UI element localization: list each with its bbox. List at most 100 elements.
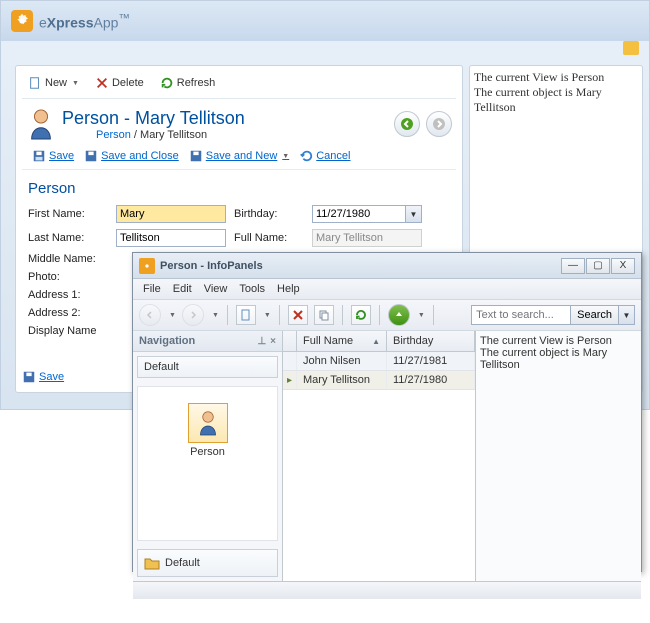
- nav-default-button[interactable]: Default: [137, 356, 278, 378]
- address2-label: Address 2:: [28, 307, 108, 319]
- arrow-left-icon: [400, 117, 414, 131]
- brand-title: eXpressApp™: [39, 12, 130, 31]
- disk-icon: [22, 370, 36, 384]
- sub-title-bar: Person - InfoPanels — ▢ X: [133, 253, 641, 279]
- main-title-bar: eXpressApp™: [1, 1, 649, 41]
- arrow-up-icon: [394, 310, 404, 320]
- nav-header: Navigation ⊥ ×: [133, 331, 282, 352]
- arrow-right-icon: [432, 117, 446, 131]
- grid-indicator-col: [283, 331, 297, 351]
- sub-info-line2: The current object is Mary Tellitson: [480, 347, 637, 371]
- search-input[interactable]: [471, 305, 571, 325]
- grid-header: Full Name▲ Birthday: [283, 331, 475, 352]
- sub-logo-icon: [139, 258, 155, 274]
- action-bar: Save Save and Close Save and New ▼ Cance…: [22, 143, 456, 170]
- x-icon: [95, 76, 109, 90]
- last-name-field[interactable]: [116, 229, 226, 247]
- table-row[interactable]: ▸Mary Tellitson11/27/1980: [283, 371, 475, 390]
- nav-close-icon[interactable]: ×: [270, 336, 276, 347]
- bottom-save-link[interactable]: Save: [22, 362, 64, 384]
- cell-birthday: 11/27/1981: [387, 352, 475, 370]
- search-dropdown[interactable]: ▼: [619, 305, 635, 325]
- col-fullname[interactable]: Full Name▲: [297, 331, 387, 351]
- close-button[interactable]: X: [611, 258, 635, 274]
- middle-name-label: Middle Name:: [28, 253, 108, 265]
- arrow-left-icon: [145, 310, 155, 320]
- sub-window-title: Person - InfoPanels: [160, 260, 263, 272]
- birthday-dropdown[interactable]: ▼: [406, 205, 422, 223]
- refresh-tb-button[interactable]: [351, 305, 371, 325]
- disk-icon: [32, 149, 46, 163]
- nav-person-label: Person: [190, 446, 225, 458]
- minimize-button[interactable]: —: [561, 258, 585, 274]
- brand-logo-icon: [11, 10, 33, 32]
- up-button[interactable]: [388, 304, 410, 326]
- cell-birthday: 11/27/1980: [387, 371, 475, 389]
- nav-forward-button[interactable]: [182, 304, 204, 326]
- first-name-label: First Name:: [28, 208, 108, 220]
- cell-fullname: John Nilsen: [297, 352, 387, 370]
- menu-help[interactable]: Help: [277, 283, 300, 295]
- table-row[interactable]: John Nilsen11/27/1981: [283, 352, 475, 371]
- nav-footer-button[interactable]: Default: [137, 549, 278, 577]
- save-close-link[interactable]: Save and Close: [84, 149, 179, 163]
- page-title: Person - Mary Tellitson: [62, 108, 245, 129]
- breadcrumb-current: Mary Tellitson: [140, 129, 207, 141]
- cell-fullname: Mary Tellitson: [297, 371, 387, 389]
- menu-view[interactable]: View: [204, 283, 228, 295]
- sub-info-line1: The current View is Person: [480, 335, 637, 347]
- back-button[interactable]: [394, 111, 420, 137]
- birthday-label: Birthday:: [234, 208, 304, 220]
- maximize-button[interactable]: ▢: [586, 258, 610, 274]
- status-bar: [133, 581, 641, 599]
- folder-icon: [144, 556, 160, 570]
- menu-edit[interactable]: Edit: [173, 283, 192, 295]
- first-name-field[interactable]: [116, 205, 226, 223]
- key-icon[interactable]: [623, 41, 639, 55]
- pin-icon[interactable]: ⊥: [257, 336, 266, 347]
- refresh-button[interactable]: Refresh: [154, 74, 222, 92]
- row-indicator: [283, 352, 297, 370]
- copy-button[interactable]: [314, 305, 334, 325]
- new-button[interactable]: New ▼: [22, 74, 85, 92]
- col-birthday[interactable]: Birthday: [387, 331, 475, 351]
- full-name-label: Full Name:: [234, 232, 304, 244]
- menu-file[interactable]: File: [143, 283, 161, 295]
- person-icon: [196, 409, 220, 437]
- delete-tb-button[interactable]: [288, 305, 308, 325]
- section-title: Person: [22, 170, 456, 205]
- refresh-icon: [355, 309, 367, 321]
- info-line2: The current object is Mary Tellitson: [474, 85, 638, 115]
- document-icon: [28, 76, 42, 90]
- save-new-link[interactable]: Save and New ▼: [189, 149, 289, 163]
- main-toolbar: New ▼ Delete Refresh: [22, 72, 456, 99]
- menu-bar: File Edit View Tools Help: [133, 279, 641, 300]
- search-button[interactable]: Search: [571, 305, 619, 325]
- undo-icon: [299, 149, 313, 163]
- nav-person-item[interactable]: [188, 403, 228, 443]
- nav-back-button[interactable]: [139, 304, 161, 326]
- disk-close-icon: [84, 149, 98, 163]
- breadcrumb-link[interactable]: Person: [96, 129, 131, 141]
- row-indicator: ▸: [283, 371, 297, 389]
- document-icon: [240, 309, 252, 321]
- birthday-field[interactable]: [312, 205, 406, 223]
- menu-tools[interactable]: Tools: [239, 283, 265, 295]
- delete-button[interactable]: Delete: [89, 74, 150, 92]
- address1-label: Address 1:: [28, 289, 108, 301]
- save-link[interactable]: Save: [32, 149, 74, 163]
- person-icon: [26, 107, 56, 141]
- nav-items: Person: [137, 386, 278, 541]
- full-name-field: [312, 229, 422, 247]
- sub-window: Person - InfoPanels — ▢ X File Edit View…: [132, 252, 642, 572]
- badge-row: [1, 41, 649, 59]
- sub-info-panel: The current View is Person The current o…: [476, 331, 641, 581]
- breadcrumb: Person / Mary Tellitson: [96, 129, 245, 141]
- cancel-link[interactable]: Cancel: [299, 149, 350, 163]
- refresh-icon: [160, 76, 174, 90]
- photo-label: Photo:: [28, 271, 108, 283]
- forward-button[interactable]: [426, 111, 452, 137]
- new-doc-button[interactable]: [236, 305, 256, 325]
- info-line1: The current View is Person: [474, 70, 638, 85]
- grid-panel: Full Name▲ Birthday John Nilsen11/27/198…: [283, 331, 476, 581]
